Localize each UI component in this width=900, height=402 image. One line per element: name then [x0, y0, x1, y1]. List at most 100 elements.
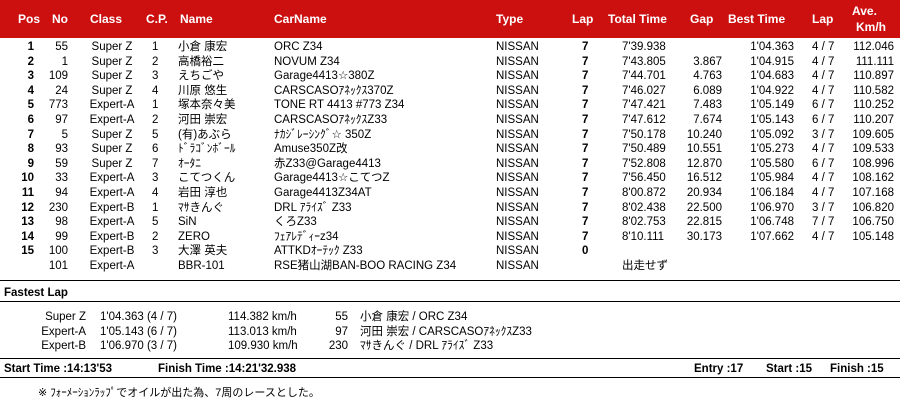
cell-pos: 3: [27, 70, 34, 83]
table-row: 14 99 Expert-B 2 ZERO ﾌｪｱﾚﾃﾞｨｰz34 NISSAN 7 8'10.…: [0, 230, 900, 245]
cell-type: NISSAN: [496, 128, 539, 141]
cell-type: NISSAN: [496, 113, 539, 126]
cell-no: 97: [55, 113, 68, 126]
cell-cp: 4: [152, 84, 159, 97]
cell-best-lap: 4 / 7: [812, 186, 835, 199]
cell-best-lap: 6 / 7: [812, 99, 835, 112]
cell-gap: 22.500: [686, 201, 722, 214]
cell-name: 塚本奈々美: [178, 99, 236, 112]
fl-speed: 109.930 km/h: [228, 340, 298, 353]
cell-lap: 7: [582, 55, 589, 68]
cell-pos: 15: [21, 245, 34, 258]
cell-type: NISSAN: [496, 84, 539, 97]
cell-total-time: 7'39.938: [622, 41, 666, 53]
cell-best-lap: 4 / 7: [812, 84, 835, 97]
col-cp: C.P.: [146, 12, 168, 26]
table-row: 7 5 Super Z 5 (有)あぶら ﾅｶｼﾞﾚｰｼﾝｸﾞ☆ 350Z NISSAN 7 7…: [0, 128, 900, 143]
cell-name: 小倉 康宏: [178, 41, 228, 53]
cell-no: 100: [48, 245, 68, 258]
cell-total-time: 7'50.178: [622, 128, 666, 141]
cell-cp: 2: [152, 55, 159, 68]
cell-carname: NOVUM Z34: [274, 55, 340, 68]
divider: [0, 377, 900, 378]
table-row: 2 1 Super Z 2 高橋裕二 NOVUM Z34 NISSAN 7 7'43.805 3.…: [0, 55, 900, 70]
finish-count: Finish :15: [830, 363, 884, 375]
fl-class: Super Z: [45, 311, 86, 323]
finish-time: Finish Time :14:21'32.938: [158, 363, 297, 375]
cell-class: Expert-A: [89, 172, 135, 185]
cell-lap: 7: [582, 172, 589, 185]
cell-best-time: 1'05.273: [750, 143, 794, 156]
col-best-time: Best Time: [728, 12, 786, 26]
cell-best-time: 1'04.683: [750, 70, 794, 83]
cell-no: 59: [55, 157, 68, 170]
cell-lap: 7: [582, 113, 589, 126]
divider: [0, 301, 900, 302]
cell-ave: 109.533: [852, 143, 894, 156]
cell-carname: TONE RT 4413 #773 Z34: [274, 99, 405, 112]
cell-class: Super Z: [91, 128, 133, 141]
cell-type: NISSAN: [496, 99, 539, 112]
col-lap: Lap: [572, 12, 594, 26]
fastest-lap-table: Super Z 1'04.363 (4 / 7) 114.382 km/h 55 小倉 …: [0, 310, 900, 354]
cell-gap: 20.934: [686, 186, 722, 199]
cell-type: NISSAN: [496, 55, 539, 68]
col-carname: CarName: [274, 12, 327, 26]
cell-pos: 12: [21, 201, 34, 214]
cell-class: Super Z: [91, 41, 133, 53]
cell-pos: 2: [27, 55, 34, 68]
cell-best-lap: 4 / 7: [812, 70, 835, 83]
cell-class: Expert-B: [89, 201, 135, 214]
cell-gap: 6.089: [693, 84, 722, 97]
table-row: 8 93 Super Z 6 ﾄﾞﾗｺﾞﾝﾎﾞｰﾙ Amuse350Z改 NISSAN 7 7'…: [0, 142, 900, 157]
cell-pos: 6: [27, 113, 34, 126]
table-row: 101 Expert-A BBR-101 RSE猪山湖BAN-BOO RACING Z…: [0, 259, 900, 274]
cell-best-time: 1'05.580: [750, 157, 794, 170]
cell-cp: 1: [152, 99, 159, 112]
cell-cp: 3: [152, 245, 159, 258]
cell-carname: CARSCASOｱﾈｯｸｽ370Z: [274, 84, 394, 97]
cell-no: 109: [48, 70, 68, 83]
cell-no: 98: [55, 216, 68, 229]
col-gap: Gap: [690, 12, 714, 26]
fl-time: 1'05.143 (6 / 7): [100, 325, 177, 338]
cell-lap: 7: [582, 70, 589, 83]
cell-total-time: 7'50.489: [622, 143, 666, 156]
cell-pos: 1: [27, 41, 34, 53]
cell-ave: 106.750: [852, 216, 894, 229]
cell-no: 94: [55, 186, 68, 199]
cell-gap: 7.674: [693, 113, 722, 126]
cell-type: NISSAN: [496, 186, 539, 199]
cell-ave: 110.207: [853, 113, 894, 126]
start-count: Start :15: [766, 363, 813, 375]
cell-type: NISSAN: [496, 157, 539, 170]
cell-ave: 107.168: [852, 186, 894, 199]
cell-ave: 108.996: [852, 157, 894, 170]
fastest-lap-row: Expert-A 1'05.143 (6 / 7) 113.013 km/h 97 河田…: [0, 325, 900, 340]
cell-best-lap: 4 / 7: [812, 143, 835, 156]
cell-carname: ﾌｪｱﾚﾃﾞｨｰz34: [274, 230, 339, 243]
cell-class: Super Z: [91, 157, 133, 170]
cell-type: NISSAN: [496, 70, 539, 83]
col-name: Name: [180, 12, 213, 26]
cell-pos: 7: [27, 128, 34, 141]
cell-name: SiN: [178, 216, 197, 229]
cell-total-time: 8'02.438: [622, 201, 666, 214]
cell-class: Expert-A: [89, 259, 135, 272]
table-row: 15 100 Expert-B 3 大澤 英夫 ATTKDｵｰﾃｯｸ Z33 NISSAN 0: [0, 244, 900, 259]
cell-carname: 赤Z33@Garage4413: [274, 157, 381, 170]
cell-best-time: 1'07.662: [750, 230, 794, 243]
col-pos: Pos: [18, 12, 41, 26]
cell-ave: 110.252: [853, 99, 894, 112]
cell-best-lap: 4 / 7: [812, 41, 835, 53]
cell-total-time: 8'00.872: [622, 186, 666, 199]
cell-lap: 7: [582, 230, 589, 243]
cell-gap: 10.551: [686, 143, 722, 156]
cell-name: 高橋裕二: [178, 55, 224, 68]
cell-cp: 2: [152, 113, 159, 126]
cell-best-time: 1'04.922: [750, 84, 794, 97]
cell-total-time: 7'44.701: [622, 70, 666, 83]
cell-gap: 16.512: [686, 172, 722, 185]
cell-best-lap: 4 / 7: [812, 230, 835, 243]
cell-total-time: 出走せず: [622, 259, 668, 272]
